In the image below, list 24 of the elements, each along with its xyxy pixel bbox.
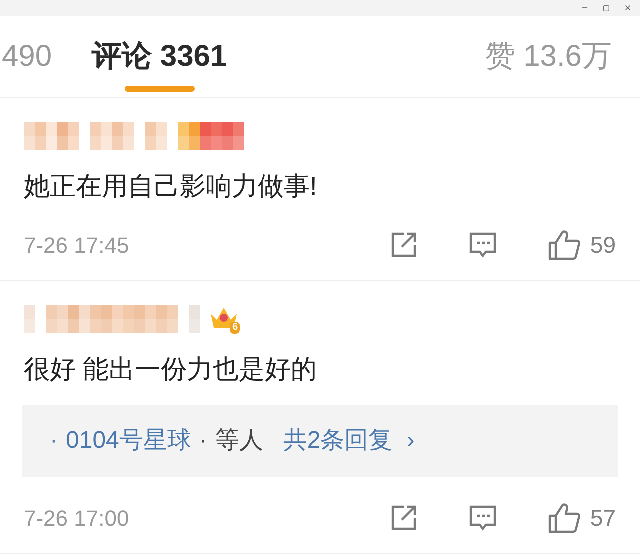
close-icon[interactable] xyxy=(624,4,632,12)
reply-user-link[interactable]: 0104号星球 xyxy=(66,423,192,459)
thumbs-up-icon[interactable] xyxy=(548,229,582,261)
tab[interactable]: 评论 3361 xyxy=(92,16,228,98)
comment-time: 7-26 17:00 xyxy=(24,504,130,532)
thumbs-up-icon[interactable] xyxy=(548,502,582,534)
comment-time: 7-26 17:45 xyxy=(24,232,130,260)
comment-text: 很好 能出一份力也是好的 xyxy=(24,353,318,386)
reply-summary[interactable]: · 0104号星球 · 等人 共2条回复 › xyxy=(22,405,618,477)
others-label: 等人 xyxy=(215,426,264,456)
maximize-icon[interactable] xyxy=(603,4,610,12)
like-count: 57 xyxy=(590,504,616,533)
separator-dot: · xyxy=(199,426,208,456)
separator-dot: · xyxy=(50,426,58,456)
share-icon[interactable] xyxy=(390,231,418,259)
tab[interactable]: 490 xyxy=(2,16,52,98)
comment-icon[interactable] xyxy=(468,231,498,259)
likes-total[interactable]: 赞 13.6万 xyxy=(485,34,612,79)
reply-count-link[interactable]: 共2条回复 xyxy=(283,423,393,459)
share-icon[interactable] xyxy=(390,504,418,532)
comment-icon[interactable] xyxy=(468,504,498,532)
chevron-icon[interactable]: › xyxy=(406,423,415,459)
comment-text: 她正在用自己影响力做事! xyxy=(24,170,318,203)
like-count: 59 xyxy=(590,230,616,260)
